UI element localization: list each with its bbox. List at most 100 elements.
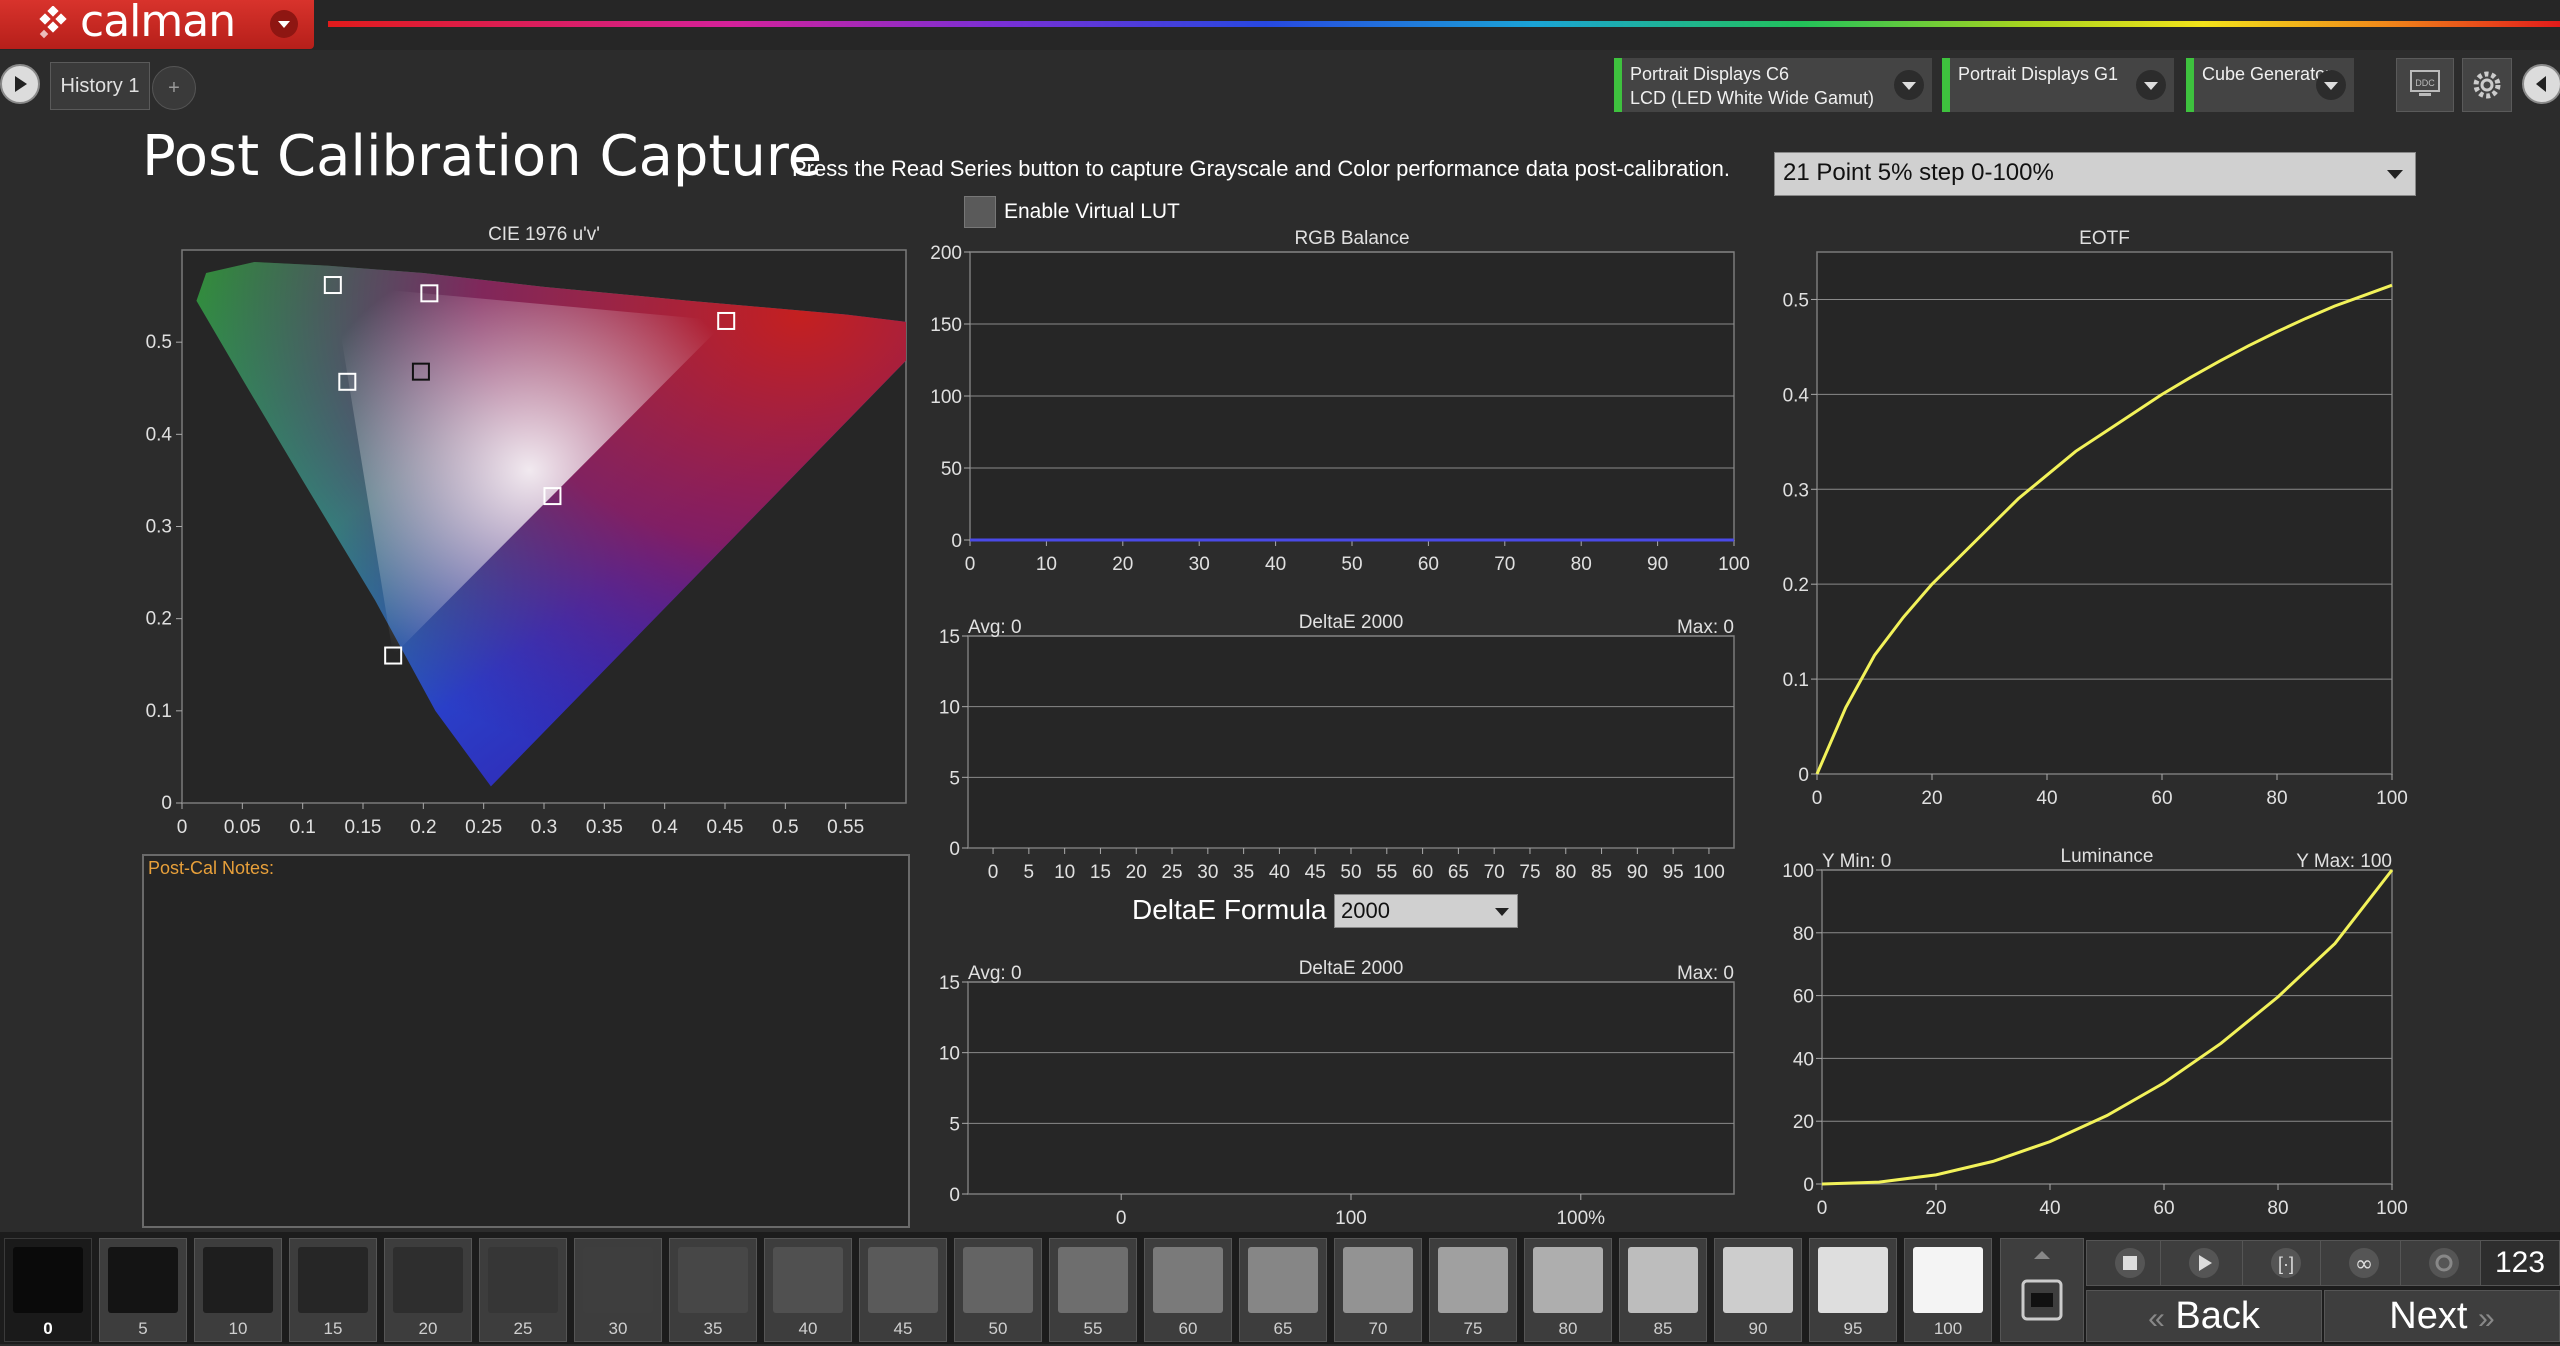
loop-button[interactable]: ∞ <box>2320 1240 2408 1286</box>
settings-button[interactable] <box>2462 58 2512 112</box>
x-tick-label: 100 <box>2376 788 2408 809</box>
source-device-selector[interactable]: Portrait Displays C6 LCD (LED White Wide… <box>1614 58 1932 112</box>
swatch-5[interactable]: 5 <box>99 1238 187 1342</box>
swatch-40[interactable]: 40 <box>764 1238 852 1342</box>
chevron-down-icon <box>2387 170 2403 179</box>
collapse-panel-button[interactable] <box>2522 64 2560 104</box>
swatch-color <box>393 1247 463 1313</box>
x-tick-label: 0 <box>1812 788 1823 809</box>
swatch-color <box>963 1247 1033 1313</box>
y-tick-label: 20 <box>1793 1112 1814 1133</box>
swatch-35[interactable]: 35 <box>669 1238 757 1342</box>
swatch-85[interactable]: 85 <box>1619 1238 1707 1342</box>
x-tick-label: 0.2 <box>410 817 436 838</box>
swatch-label: 20 <box>418 1319 438 1338</box>
deltae-formula-select[interactable]: 2000 <box>1334 894 1518 928</box>
swatch-color <box>1058 1247 1128 1313</box>
x-tick-label: 20 <box>1925 1198 1946 1219</box>
x-tick-label: 0.1 <box>289 817 315 838</box>
swatch-65[interactable]: 65 <box>1239 1238 1327 1342</box>
add-tab-button[interactable]: + <box>152 66 196 110</box>
swatch-90[interactable]: 90 <box>1714 1238 1802 1342</box>
chart-title: DeltaE 2000 <box>1299 958 1404 979</box>
lut-device-selector[interactable]: Cube Generator <box>2186 58 2354 112</box>
chart-title: DeltaE 2000 <box>1299 612 1404 633</box>
x-tick-label: 100 <box>1718 554 1750 575</box>
swatch-color <box>1153 1247 1223 1313</box>
chevron-down-icon <box>1894 70 1924 100</box>
swatch-50[interactable]: 50 <box>954 1238 1042 1342</box>
sidebar-toggle-button[interactable] <box>0 64 40 104</box>
x-tick-label: 25 <box>1161 862 1182 883</box>
swatch-15[interactable]: 15 <box>289 1238 377 1342</box>
swatch-100[interactable]: 100 <box>1904 1238 1992 1342</box>
y-tick-label: 150 <box>930 315 962 336</box>
read-series-button[interactable]: [·] <box>2242 1240 2330 1286</box>
y-tick-label: 0 <box>951 531 962 552</box>
x-tick-label: 60 <box>2153 1198 2174 1219</box>
color-ribbon <box>328 21 2560 27</box>
deltae-color-chart: 0 5 10 15 0 100 100% DeltaE 2000 Avg: 0 Max: 0 <box>939 958 1735 1229</box>
swatch-30[interactable]: 30 <box>574 1238 662 1342</box>
swatch-color <box>298 1247 368 1313</box>
app-logo-button[interactable]: calman <box>0 0 314 49</box>
swatch-20[interactable]: 20 <box>384 1238 472 1342</box>
ddc-button[interactable]: DDC <box>2396 58 2454 112</box>
swatch-60[interactable]: 60 <box>1144 1238 1232 1342</box>
swatch-color <box>1533 1247 1603 1313</box>
device-subname: LCD (LED White Wide Gamut) <box>1630 88 1875 108</box>
swatch-label: 65 <box>1273 1319 1293 1338</box>
deltae-formula-label: DeltaE Formula <box>1132 894 1327 925</box>
generator-device-selector[interactable]: Portrait Displays G1 <box>1942 58 2174 112</box>
swatch-label: 90 <box>1748 1319 1768 1338</box>
swatch-10[interactable]: 10 <box>194 1238 282 1342</box>
swatch-label: 100 <box>1933 1319 1963 1338</box>
read-continuous-button[interactable] <box>2160 1240 2248 1286</box>
swatch-95[interactable]: 95 <box>1809 1238 1897 1342</box>
swatch-label: 85 <box>1653 1319 1673 1338</box>
refresh-button[interactable] <box>2400 1240 2488 1286</box>
swatch-label: 15 <box>323 1319 343 1338</box>
swatch-color <box>678 1247 748 1313</box>
post-cal-notes-label: Post-Cal Notes: <box>148 858 275 878</box>
next-button[interactable]: Next » <box>2324 1290 2560 1342</box>
logo-menu-chevron-icon[interactable] <box>270 10 298 38</box>
swatch-label: 25 <box>513 1319 533 1338</box>
stop-series-button[interactable] <box>2000 1238 2084 1342</box>
back-button[interactable]: « Back <box>2086 1290 2322 1342</box>
x-tick-label: 20 <box>1921 788 1942 809</box>
swatch-label: 75 <box>1463 1319 1483 1338</box>
swatch-color <box>203 1247 273 1313</box>
calman-logo-icon <box>39 6 67 39</box>
x-tick-label: 0.5 <box>772 817 798 838</box>
swatch-45[interactable]: 45 <box>859 1238 947 1342</box>
swatch-label: 80 <box>1558 1319 1578 1338</box>
y-tick-label: 0 <box>161 793 172 814</box>
x-tick-label: 0.15 <box>345 817 382 838</box>
y-tick-label: 5 <box>949 1114 960 1135</box>
swatch-80[interactable]: 80 <box>1524 1238 1612 1342</box>
x-tick-label: 100 <box>1693 862 1725 883</box>
series-select[interactable]: 21 Point 5% step 0-100% <box>1774 152 2416 196</box>
x-tick-label: 80 <box>1571 554 1592 575</box>
svg-text:∞: ∞ <box>2355 1252 2373 1277</box>
avg-label: Avg: 0 <box>968 617 1022 638</box>
swatch-color <box>1913 1247 1983 1313</box>
x-tick-label: 60 <box>2151 788 2172 809</box>
swatch-55[interactable]: 55 <box>1049 1238 1137 1342</box>
device-name: Portrait Displays C6 <box>1630 64 1790 84</box>
y-tick-label: 0 <box>949 1185 960 1206</box>
tab-history-1[interactable]: History 1 <box>50 62 150 110</box>
swatch-25[interactable]: 25 <box>479 1238 567 1342</box>
x-tick-label: 5 <box>1024 862 1035 883</box>
swatch-color <box>1628 1247 1698 1313</box>
swatch-0[interactable]: 0 <box>4 1238 92 1342</box>
x-tick-label: 60 <box>1412 862 1433 883</box>
swatch-75[interactable]: 75 <box>1429 1238 1517 1342</box>
x-tick-label: 40 <box>1269 862 1290 883</box>
y-tick-label: 0.1 <box>1783 670 1809 691</box>
post-cal-notes-textarea[interactable]: Post-Cal Notes: <box>142 854 910 1228</box>
swatch-70[interactable]: 70 <box>1334 1238 1422 1342</box>
x-tick-label: 20 <box>1112 554 1133 575</box>
swatch-color <box>13 1247 83 1313</box>
